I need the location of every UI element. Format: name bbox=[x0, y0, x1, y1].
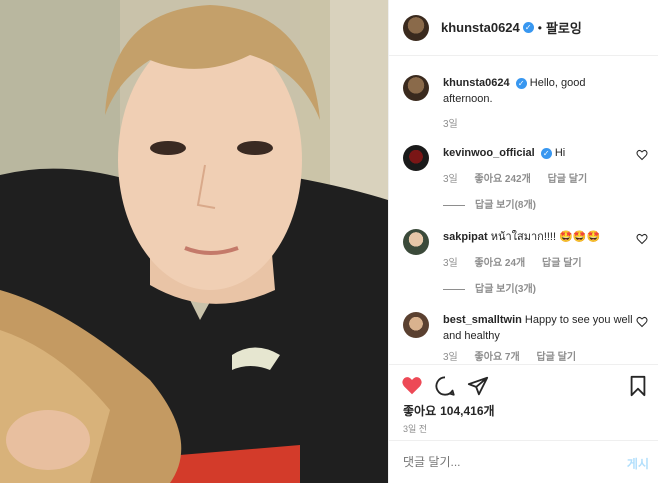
author-username[interactable]: khunsta0624 bbox=[441, 20, 520, 35]
verified-badge-icon: ✓ bbox=[540, 148, 552, 159]
caption: khunsta0624 ✓ Hello, good afternoon. 3일 bbox=[403, 75, 648, 135]
replies-divider bbox=[443, 204, 465, 206]
commenter-avatar[interactable] bbox=[403, 229, 429, 255]
caption-text-block: khunsta0624 ✓ Hello, good afternoon. bbox=[443, 75, 633, 107]
comment-text-block: best_smalltwin Happy to see you well and… bbox=[443, 312, 633, 344]
separator-dot: • bbox=[537, 20, 542, 35]
comment-text-block: sakpipat หน้าใสมาก!!!! 🤩🤩🤩 bbox=[443, 229, 633, 245]
comment-meta: 3일 좋아요 7개 답글 달기 bbox=[443, 348, 590, 363]
commenter-avatar[interactable] bbox=[403, 312, 429, 338]
add-comment-input[interactable] bbox=[403, 455, 603, 469]
comment-text: หน้าใสมาก!!!! 🤩🤩🤩 bbox=[490, 231, 601, 243]
comment-time: 3일 bbox=[443, 352, 458, 363]
heart-outline-icon[interactable] bbox=[636, 233, 648, 245]
comment-time: 3일 bbox=[443, 174, 458, 185]
bookmark-icon[interactable] bbox=[627, 375, 649, 397]
share-icon[interactable] bbox=[467, 375, 489, 397]
add-comment-bar: 게시 bbox=[389, 440, 658, 483]
following-button[interactable]: 팔로잉 bbox=[546, 18, 582, 37]
verified-badge-icon: ✓ bbox=[522, 22, 534, 33]
heart-outline-icon[interactable] bbox=[636, 149, 648, 161]
comment-item: best_smalltwin Happy to see you well and… bbox=[403, 312, 648, 363]
comment-time: 3일 bbox=[443, 258, 458, 269]
likes-label: 좋아요 bbox=[403, 404, 437, 418]
caption-time: 3일 bbox=[443, 119, 458, 130]
posted-time: 3일 전 bbox=[403, 424, 428, 434]
comment-likes[interactable]: 좋아요 242개 bbox=[475, 174, 531, 185]
view-replies-button[interactable]: 답글 보기(3개) bbox=[443, 280, 536, 295]
caption-meta: 3일 bbox=[443, 115, 472, 130]
comment-meta: 3일 좋아요 24개 답글 달기 bbox=[443, 254, 596, 269]
likes-number: 104,416개 bbox=[440, 404, 495, 418]
comments-list[interactable]: khunsta0624 ✓ Hello, good afternoon. 3일 … bbox=[389, 57, 658, 363]
post-comment-button[interactable]: 게시 bbox=[627, 455, 649, 472]
comment-icon[interactable] bbox=[434, 375, 456, 397]
comment-item: sakpipat หน้าใสมาก!!!! 🤩🤩🤩 3일 좋아요 24개 답글… bbox=[403, 229, 648, 299]
likes-count[interactable]: 좋아요 104,416개 bbox=[403, 402, 495, 419]
comment-username[interactable]: kevinwoo_official bbox=[443, 147, 535, 159]
post-header: khunsta0624 ✓ • 팔로잉 bbox=[389, 0, 658, 56]
comment-text: Hi bbox=[554, 147, 566, 159]
comment-likes[interactable]: 좋아요 24개 bbox=[475, 258, 526, 269]
view-replies-button[interactable]: 답글 보기(8개) bbox=[443, 196, 536, 211]
reply-button[interactable]: 답글 달기 bbox=[542, 258, 582, 269]
comment-item: kevinwoo_official ✓ Hi 3일 좋아요 242개 답글 달기… bbox=[403, 145, 648, 215]
verified-badge-icon: ✓ bbox=[515, 78, 527, 89]
comment-likes[interactable]: 좋아요 7개 bbox=[475, 352, 520, 363]
view-replies-label: 답글 보기(8개) bbox=[475, 200, 536, 211]
comment-text-block: kevinwoo_official ✓ Hi bbox=[443, 145, 633, 161]
author-avatar[interactable] bbox=[403, 14, 429, 41]
view-replies-label: 답글 보기(3개) bbox=[475, 284, 536, 295]
replies-divider bbox=[443, 288, 465, 290]
commenter-avatar[interactable] bbox=[403, 145, 429, 171]
comment-username[interactable]: sakpipat bbox=[443, 231, 488, 243]
author-avatar[interactable] bbox=[403, 75, 429, 101]
comment-username[interactable]: best_smalltwin bbox=[443, 314, 522, 326]
heart-outline-icon[interactable] bbox=[636, 316, 648, 328]
action-bar bbox=[389, 364, 658, 404]
post-panel: khunsta0624 ✓ • 팔로잉 khunsta0624 ✓ Hello,… bbox=[388, 0, 658, 483]
heart-filled-icon[interactable] bbox=[401, 375, 423, 397]
reply-button[interactable]: 답글 달기 bbox=[548, 174, 588, 185]
comment-meta: 3일 좋아요 242개 답글 달기 bbox=[443, 170, 601, 185]
post-photo bbox=[0, 0, 388, 483]
caption-username[interactable]: khunsta0624 bbox=[443, 77, 510, 89]
reply-button[interactable]: 답글 달기 bbox=[536, 352, 576, 363]
